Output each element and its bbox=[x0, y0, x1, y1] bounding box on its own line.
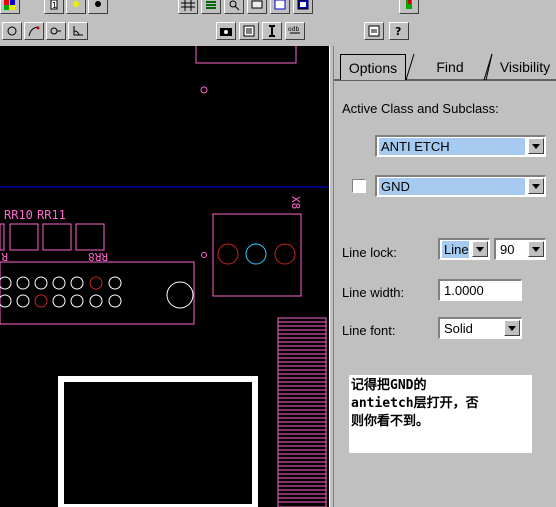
svg-text:odb: odb bbox=[288, 26, 299, 33]
x8-pad bbox=[245, 243, 267, 265]
refdes-rr10: RR10 bbox=[4, 208, 33, 222]
corner-icon[interactable] bbox=[46, 22, 66, 40]
tab-find-label: Find bbox=[436, 59, 464, 75]
tab-options-label: Options bbox=[348, 59, 398, 76]
svg-text:1: 1 bbox=[52, 1, 57, 10]
board-drawing: RR10 RR11 RR8 R X8 bbox=[0, 46, 329, 507]
document-icon[interactable] bbox=[364, 22, 384, 40]
svg-text:?: ? bbox=[395, 25, 401, 37]
fine-pitch-connector bbox=[277, 317, 327, 507]
line-width-value: 1.0000 bbox=[444, 283, 484, 298]
chevron-down-icon[interactable] bbox=[528, 138, 544, 154]
line-lock-mode-value: Line bbox=[442, 241, 469, 258]
slide-icon[interactable] bbox=[24, 22, 44, 40]
chevron-down-icon[interactable] bbox=[528, 241, 544, 257]
line-lock-label: Line lock: bbox=[342, 245, 397, 260]
line-lock-mode-select[interactable]: Line bbox=[438, 238, 490, 260]
line-font-label: Line font: bbox=[342, 323, 396, 338]
class-select-value: ANTI ETCH bbox=[379, 138, 525, 155]
tab-find[interactable]: Find bbox=[416, 54, 484, 80]
line-lock-angle-select[interactable]: 90 bbox=[494, 238, 546, 260]
pin-icon[interactable] bbox=[262, 22, 282, 40]
refdes-r: R bbox=[1, 250, 8, 263]
zoom-icon[interactable] bbox=[224, 0, 244, 14]
arc-icon[interactable] bbox=[2, 22, 22, 40]
annotation-note: 记得把GND的 antietch层打开，否 则你看不到。 bbox=[349, 375, 532, 453]
annotation-line-2: antietch层打开，否 bbox=[351, 396, 479, 411]
snapshot-icon[interactable] bbox=[247, 0, 267, 14]
fit-icon[interactable] bbox=[88, 0, 108, 14]
via bbox=[201, 252, 207, 258]
measure-icon[interactable] bbox=[68, 22, 88, 40]
subclass-select[interactable]: GND bbox=[375, 175, 546, 197]
connector-outline bbox=[0, 261, 195, 325]
line-font-value: Solid bbox=[444, 321, 473, 336]
part-outline-top bbox=[195, 46, 297, 64]
tab-visibility[interactable]: Visibility bbox=[492, 54, 556, 80]
tab-visibility-label: Visibility bbox=[499, 59, 551, 75]
chevron-down-icon[interactable] bbox=[528, 178, 544, 194]
report-icon[interactable] bbox=[270, 0, 290, 14]
class-select[interactable]: ANTI ETCH bbox=[375, 135, 546, 157]
subclass-select-value: GND bbox=[379, 178, 525, 195]
db-icon[interactable] bbox=[293, 0, 313, 14]
properties-icon[interactable] bbox=[239, 22, 259, 40]
layers-icon[interactable] bbox=[201, 0, 221, 14]
line-lock-angle-value: 90 bbox=[500, 242, 515, 257]
active-class-label: Active Class and Subclass: bbox=[342, 101, 499, 116]
color-icon[interactable] bbox=[0, 0, 20, 14]
annotation-line-1: 记得把GND的 bbox=[351, 378, 427, 393]
connector-pins bbox=[0, 276, 194, 309]
light-icon[interactable] bbox=[66, 0, 86, 14]
line-width-label: Line width: bbox=[342, 285, 405, 300]
annotation-line-3: 则你看不到。 bbox=[351, 414, 430, 429]
x8-outline bbox=[212, 213, 302, 297]
via bbox=[200, 86, 208, 94]
green-icon[interactable] bbox=[399, 0, 419, 14]
line-width-input[interactable]: 1.0000 bbox=[438, 279, 522, 301]
resistor-pad bbox=[75, 223, 105, 251]
pcb-canvas[interactable]: RR10 RR11 RR8 R X8 bbox=[0, 46, 329, 507]
x8-pad bbox=[217, 243, 239, 265]
odb-icon[interactable]: odb bbox=[285, 22, 305, 40]
toolbar: 1 odb ? bbox=[0, 0, 556, 46]
info-icon[interactable]: 1 bbox=[44, 0, 64, 14]
refdes-rr8: RR8 bbox=[88, 250, 108, 263]
component-outline-white bbox=[58, 376, 258, 507]
grid-icon[interactable] bbox=[178, 0, 198, 14]
line-font-select[interactable]: Solid bbox=[438, 317, 522, 339]
refdes-x8: X8 bbox=[289, 196, 302, 209]
resistor-pad bbox=[0, 223, 5, 251]
tab-options[interactable]: Options bbox=[340, 54, 406, 80]
chevron-down-icon[interactable] bbox=[504, 320, 520, 336]
camera-icon[interactable] bbox=[216, 22, 236, 40]
subclass-color-checkbox[interactable] bbox=[352, 179, 366, 193]
resistor-pad bbox=[9, 223, 39, 251]
x8-pad bbox=[274, 243, 296, 265]
help-icon[interactable]: ? bbox=[389, 22, 409, 40]
chevron-down-icon[interactable] bbox=[472, 241, 488, 257]
resistor-pad bbox=[42, 223, 72, 251]
refdes-rr11: RR11 bbox=[37, 208, 66, 222]
